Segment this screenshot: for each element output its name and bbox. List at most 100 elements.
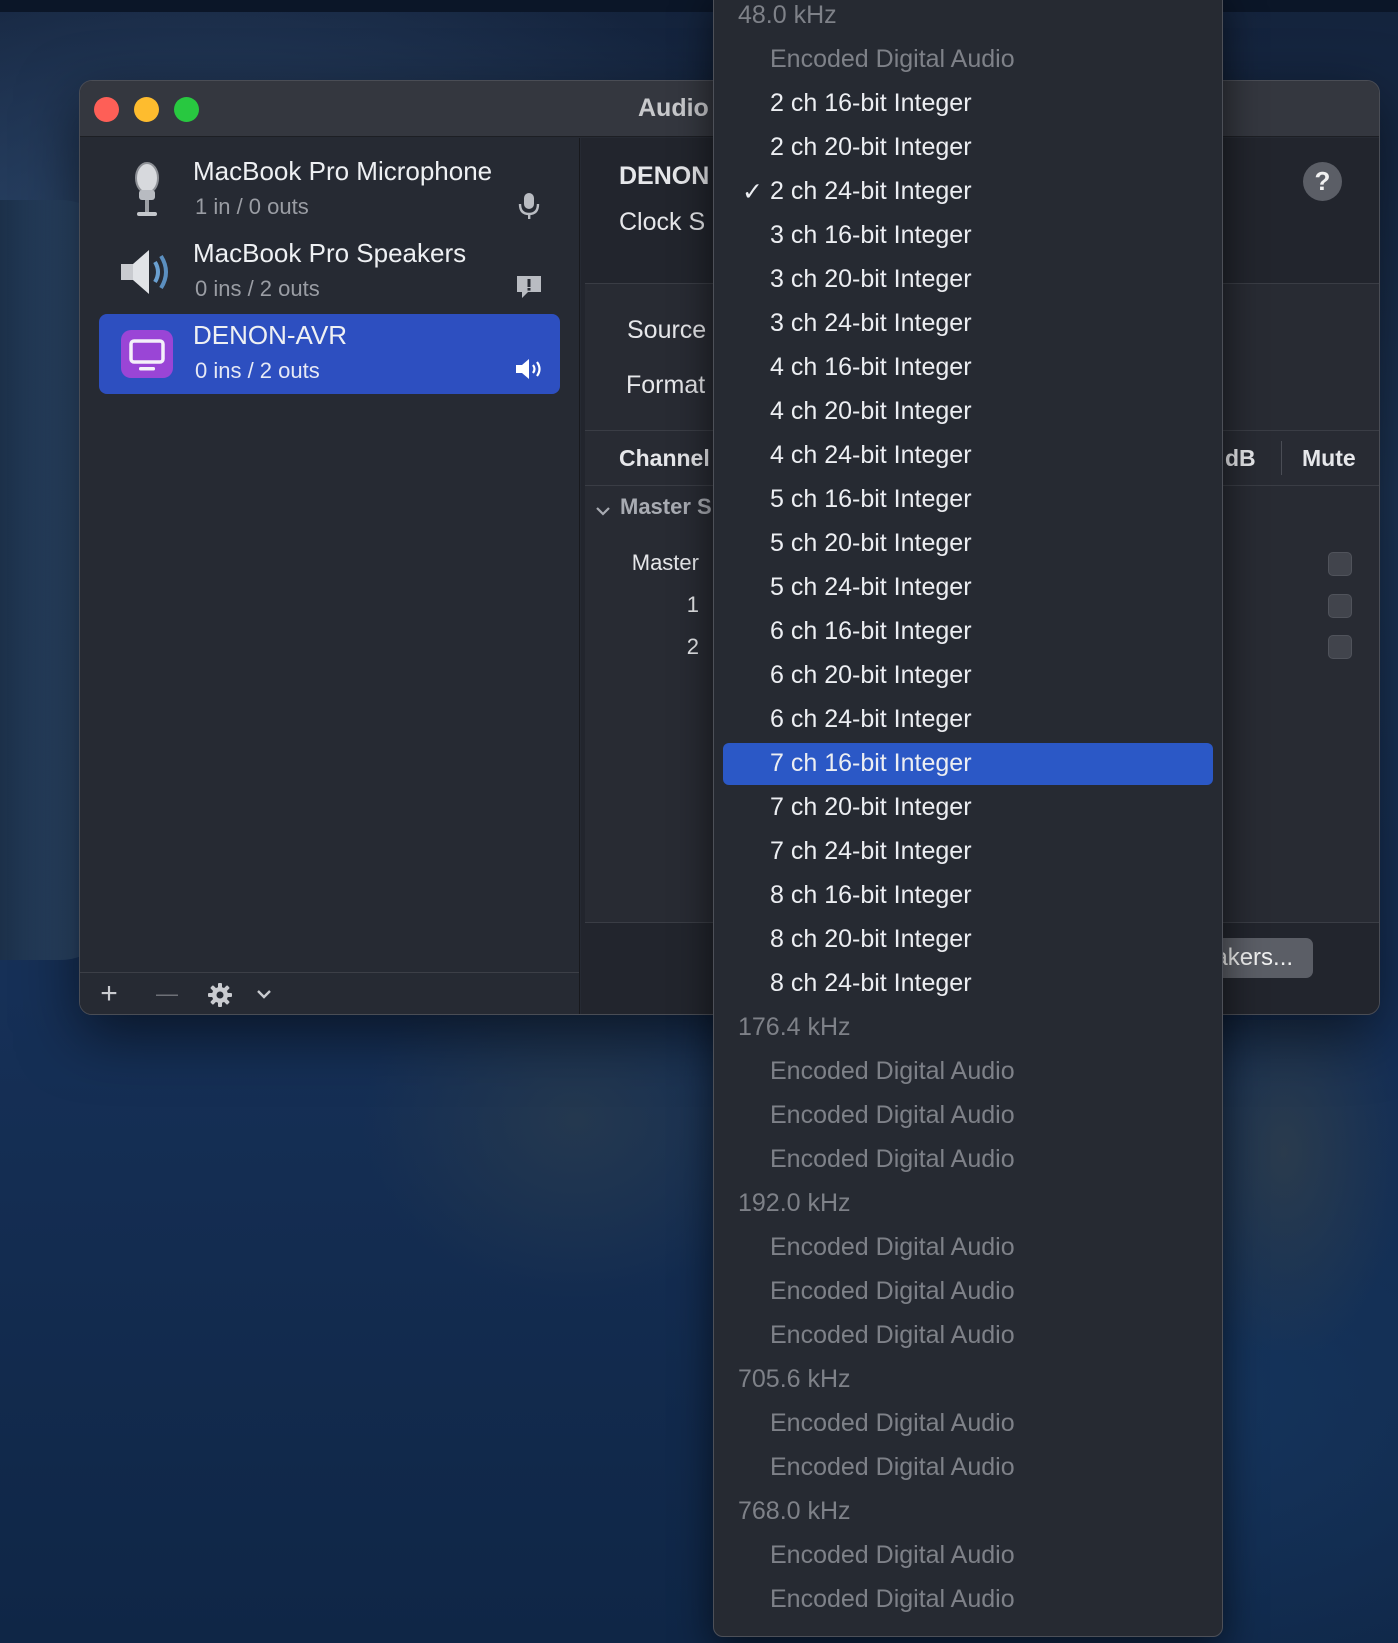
- menu-item-label: 768.0 kHz: [738, 1497, 851, 1525]
- format-menu-item[interactable]: 6 ch 16-bit Integer: [723, 611, 1213, 653]
- menu-item-label: 7 ch 24-bit Integer: [770, 837, 972, 865]
- format-menu-item[interactable]: 5 ch 16-bit Integer: [723, 479, 1213, 521]
- format-menu-item[interactable]: 2 ch 16-bit Integer: [723, 83, 1213, 125]
- microphone-icon: [135, 162, 159, 216]
- menu-item-label: 8 ch 24-bit Integer: [770, 969, 972, 997]
- mute-checkbox-1[interactable]: [1328, 594, 1352, 618]
- menu-item-label: 705.6 kHz: [738, 1365, 851, 1393]
- mic-input-icon: [518, 193, 540, 219]
- db-column-header: dB: [1225, 445, 1256, 471]
- format-menu-item[interactable]: ✓ 2 ch 24-bit Integer: [723, 171, 1213, 213]
- menu-item-label: Encoded Digital Audio: [770, 1585, 1015, 1613]
- menu-item-label: Encoded Digital Audio: [770, 1145, 1015, 1173]
- menu-item-label: 4 ch 16-bit Integer: [770, 353, 972, 381]
- help-button[interactable]: ?: [1303, 162, 1342, 201]
- format-menu-item[interactable]: 6 ch 20-bit Integer: [723, 655, 1213, 697]
- menu-item-label: 8 ch 16-bit Integer: [770, 881, 972, 909]
- format-menu-item-disabled: Encoded Digital Audio: [723, 1403, 1213, 1445]
- format-menu-item-disabled: Encoded Digital Audio: [723, 1315, 1213, 1357]
- format-menu-item[interactable]: 3 ch 24-bit Integer: [723, 303, 1213, 345]
- menu-item-label: 3 ch 20-bit Integer: [770, 265, 972, 293]
- device-name: MacBook Pro Microphone: [193, 156, 493, 186]
- menu-item-label: 2 ch 16-bit Integer: [770, 89, 972, 117]
- chevron-down-icon[interactable]: [256, 987, 272, 1001]
- menu-item-label: 7 ch 16-bit Integer: [770, 749, 972, 777]
- device-io-count: 0 ins / 2 outs: [195, 358, 320, 383]
- channel-row-1: 1: [686, 592, 699, 617]
- source-label: Source: [627, 316, 707, 344]
- format-menu-item[interactable]: 8 ch 16-bit Integer: [723, 875, 1213, 917]
- format-menu-item[interactable]: 8 ch 24-bit Integer: [723, 963, 1213, 1005]
- menu-item-label: Encoded Digital Audio: [770, 45, 1015, 73]
- device-name: MacBook Pro Speakers: [193, 238, 467, 268]
- format-menu-item[interactable]: 3 ch 16-bit Integer: [723, 215, 1213, 257]
- menu-item-label: Encoded Digital Audio: [770, 1453, 1015, 1481]
- zoom-window-button[interactable]: [174, 97, 199, 122]
- mute-checkbox-master[interactable]: [1328, 552, 1352, 576]
- column-divider: [1281, 441, 1282, 475]
- format-menu-item[interactable]: 8 ch 20-bit Integer: [723, 919, 1213, 961]
- sample-rate-header: 705.6 kHz: [723, 1359, 1213, 1401]
- format-menu-item[interactable]: 7 ch 20-bit Integer: [723, 787, 1213, 829]
- menu-item-label: 2 ch 20-bit Integer: [770, 133, 972, 161]
- minimize-window-button[interactable]: [134, 97, 159, 122]
- format-menu-item[interactable]: 4 ch 24-bit Integer: [723, 435, 1213, 477]
- device-name: DENON-AVR: [193, 320, 348, 350]
- channel-row-2: 2: [686, 634, 699, 659]
- device-io-count: 0 ins / 2 outs: [195, 276, 320, 301]
- format-label: Format: [626, 371, 706, 399]
- device-item-macbook-microphone[interactable]: MacBook Pro Microphone 1 in / 0 outs: [99, 150, 560, 230]
- master-stream-group: Master S: [620, 494, 712, 519]
- menu-item-label: 5 ch 20-bit Integer: [770, 529, 972, 557]
- mute-checkbox-2[interactable]: [1328, 635, 1352, 659]
- display-device-icon: [121, 330, 173, 378]
- format-menu-item-disabled: Encoded Digital Audio: [723, 1139, 1213, 1181]
- menu-item-label: 6 ch 24-bit Integer: [770, 705, 972, 733]
- device-item-macbook-speakers[interactable]: MacBook Pro Speakers 0 ins / 2 outs: [99, 232, 560, 312]
- menu-item-label: Encoded Digital Audio: [770, 1277, 1015, 1305]
- menu-item-label: 8 ch 20-bit Integer: [770, 925, 972, 953]
- wallpaper-coast: [360, 1000, 720, 1300]
- speaker-icon: [121, 250, 168, 294]
- format-menu-item-disabled: Encoded Digital Audio: [723, 1227, 1213, 1269]
- close-window-button[interactable]: [94, 97, 119, 122]
- menu-item-label: Encoded Digital Audio: [770, 1233, 1015, 1261]
- menu-item-label: Encoded Digital Audio: [770, 1409, 1015, 1437]
- menu-item-label: Encoded Digital Audio: [770, 1101, 1015, 1129]
- format-menu-item-disabled: Encoded Digital Audio: [723, 39, 1213, 81]
- sample-rate-header: 192.0 kHz: [723, 1183, 1213, 1225]
- format-menu-item[interactable]: 4 ch 16-bit Integer: [723, 347, 1213, 389]
- format-menu-item[interactable]: 4 ch 20-bit Integer: [723, 391, 1213, 433]
- menu-item-label: 192.0 kHz: [738, 1189, 851, 1217]
- format-menu-item-highlighted[interactable]: 7 ch 16-bit Integer: [723, 743, 1213, 785]
- format-menu-item[interactable]: 3 ch 20-bit Integer: [723, 259, 1213, 301]
- menu-item-label: 3 ch 16-bit Integer: [770, 221, 972, 249]
- sample-rate-header: 48.0 kHz: [723, 0, 1213, 37]
- sample-rate-header: 176.4 kHz: [723, 1007, 1213, 1049]
- remove-device-button[interactable]: —: [152, 977, 182, 1011]
- menu-item-label: 6 ch 20-bit Integer: [770, 661, 972, 689]
- format-menu-item-disabled: Encoded Digital Audio: [723, 1051, 1213, 1093]
- format-menu-item[interactable]: 6 ch 24-bit Integer: [723, 699, 1213, 741]
- format-menu-item-disabled: Encoded Digital Audio: [723, 1447, 1213, 1489]
- device-item-denon-avr[interactable]: DENON-AVR 0 ins / 2 outs: [99, 314, 560, 394]
- add-device-button[interactable]: +: [94, 977, 124, 1011]
- format-menu-item[interactable]: 5 ch 24-bit Integer: [723, 567, 1213, 609]
- volume-icon: [516, 359, 541, 379]
- format-menu-item[interactable]: 5 ch 20-bit Integer: [723, 523, 1213, 565]
- gear-icon[interactable]: [207, 982, 233, 1008]
- menu-item-label: 4 ch 24-bit Integer: [770, 441, 972, 469]
- format-menu-item[interactable]: 7 ch 24-bit Integer: [723, 831, 1213, 873]
- format-popup-menu: 48.0 kHz Encoded Digital Audio 2 ch 16-bit…: [713, 0, 1223, 1637]
- menu-item-label: 3 ch 24-bit Integer: [770, 309, 972, 337]
- menu-item-label: 5 ch 24-bit Integer: [770, 573, 972, 601]
- channel-row-master: Master: [631, 550, 699, 575]
- menu-item-label: 6 ch 16-bit Integer: [770, 617, 972, 645]
- menu-item-label: Encoded Digital Audio: [770, 1057, 1015, 1085]
- checkmark-icon: ✓: [742, 178, 763, 206]
- format-menu-item-disabled: Encoded Digital Audio: [723, 1579, 1213, 1621]
- device-io-count: 1 in / 0 outs: [195, 194, 309, 219]
- format-menu-item[interactable]: 2 ch 20-bit Integer: [723, 127, 1213, 169]
- disclosure-chevron-icon[interactable]: [595, 505, 611, 517]
- menu-item-label: Encoded Digital Audio: [770, 1541, 1015, 1569]
